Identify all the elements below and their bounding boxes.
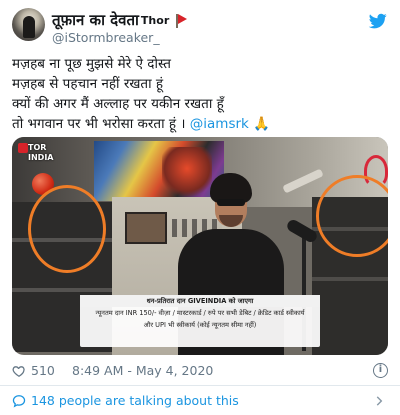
highlight-circle-right: [316, 175, 388, 257]
red-flag-icon: [175, 13, 188, 28]
folded-hands-emoji: 🙏: [253, 116, 270, 132]
live-badge: [18, 143, 28, 153]
caption-line-2: न्यूनतम दान INR 150/- वीज़ा / मास्टरकार्…: [95, 309, 305, 317]
like-count[interactable]: 510: [31, 363, 55, 378]
donation-caption: धन-प्रतिरात दान GIVEINDIA को जाएगा न्यून…: [80, 295, 320, 347]
twitter-bird-icon[interactable]: [368, 12, 388, 30]
tweet-header: तूफ़ान का देवता Thor @iStormbreaker_: [12, 8, 388, 48]
name-row[interactable]: तूफ़ान का देवता Thor: [52, 10, 188, 30]
tweet-line-1: मज़हब ना पूछ मुझसे मेरे ऐ दोस्त: [12, 56, 171, 72]
tweet-line-2: मज़हब से पहचान नहीं रखता हूं: [12, 76, 164, 92]
tweet-card: तूफ़ान का देवता Thor @iStormbreaker_ मज़…: [0, 0, 400, 415]
info-icon[interactable]: i: [373, 363, 388, 378]
chevron-right-icon[interactable]: [372, 394, 386, 408]
divider: [0, 385, 400, 386]
user-handle[interactable]: @iStormbreaker_: [52, 30, 160, 45]
mention-link[interactable]: @iamsrk: [190, 116, 249, 132]
caption-line-3: और UPI भी स्वीकार्य (कोई न्यूनतम सीमा नह…: [143, 321, 257, 329]
talking-about-text[interactable]: 148 people are talking about this: [31, 393, 239, 408]
tweet-line-4: तो भगवान पर भी भरोसा करता हूं । @iamsrk …: [12, 114, 390, 134]
sunglasses: [217, 199, 245, 206]
display-name[interactable]: तूफ़ान का देवता: [52, 10, 139, 30]
channel-logo: TOR INDIA: [18, 143, 54, 165]
tweet-media-image[interactable]: TOR INDIA धन-प्रतिरात दान GIVEINDIA को ज…: [12, 137, 388, 355]
tweet-meta: 510 8:49 AM - May 4, 2020 i: [12, 362, 388, 380]
tweet-line-4-text: तो भगवान पर भी भरोसा करता हूं ।: [12, 116, 190, 132]
heart-icon[interactable]: [12, 364, 26, 378]
highlight-circle-left: [28, 185, 106, 273]
tweet-timestamp[interactable]: 8:49 AM - May 4, 2020: [72, 363, 213, 378]
tweet-line-3: क्यों की अगर मैं अल्लाह पर यकीन रखता हूँ: [12, 96, 224, 112]
speech-bubble-icon: [12, 395, 26, 408]
photo-frame: [125, 212, 167, 244]
caption-line-1: धन-प्रतिरात दान GIVEINDIA को जाएगा: [80, 295, 320, 307]
conversation-link[interactable]: 148 people are talking about this: [12, 392, 388, 410]
channel-logo-text: TOR INDIA: [28, 143, 54, 162]
display-name-suffix[interactable]: Thor: [141, 14, 169, 27]
tweet-text: मज़हब ना पूछ मुझसे मेरे ऐ दोस्त मज़हब से…: [12, 54, 390, 134]
avatar[interactable]: [12, 8, 45, 41]
avatar-figure: [23, 16, 35, 38]
